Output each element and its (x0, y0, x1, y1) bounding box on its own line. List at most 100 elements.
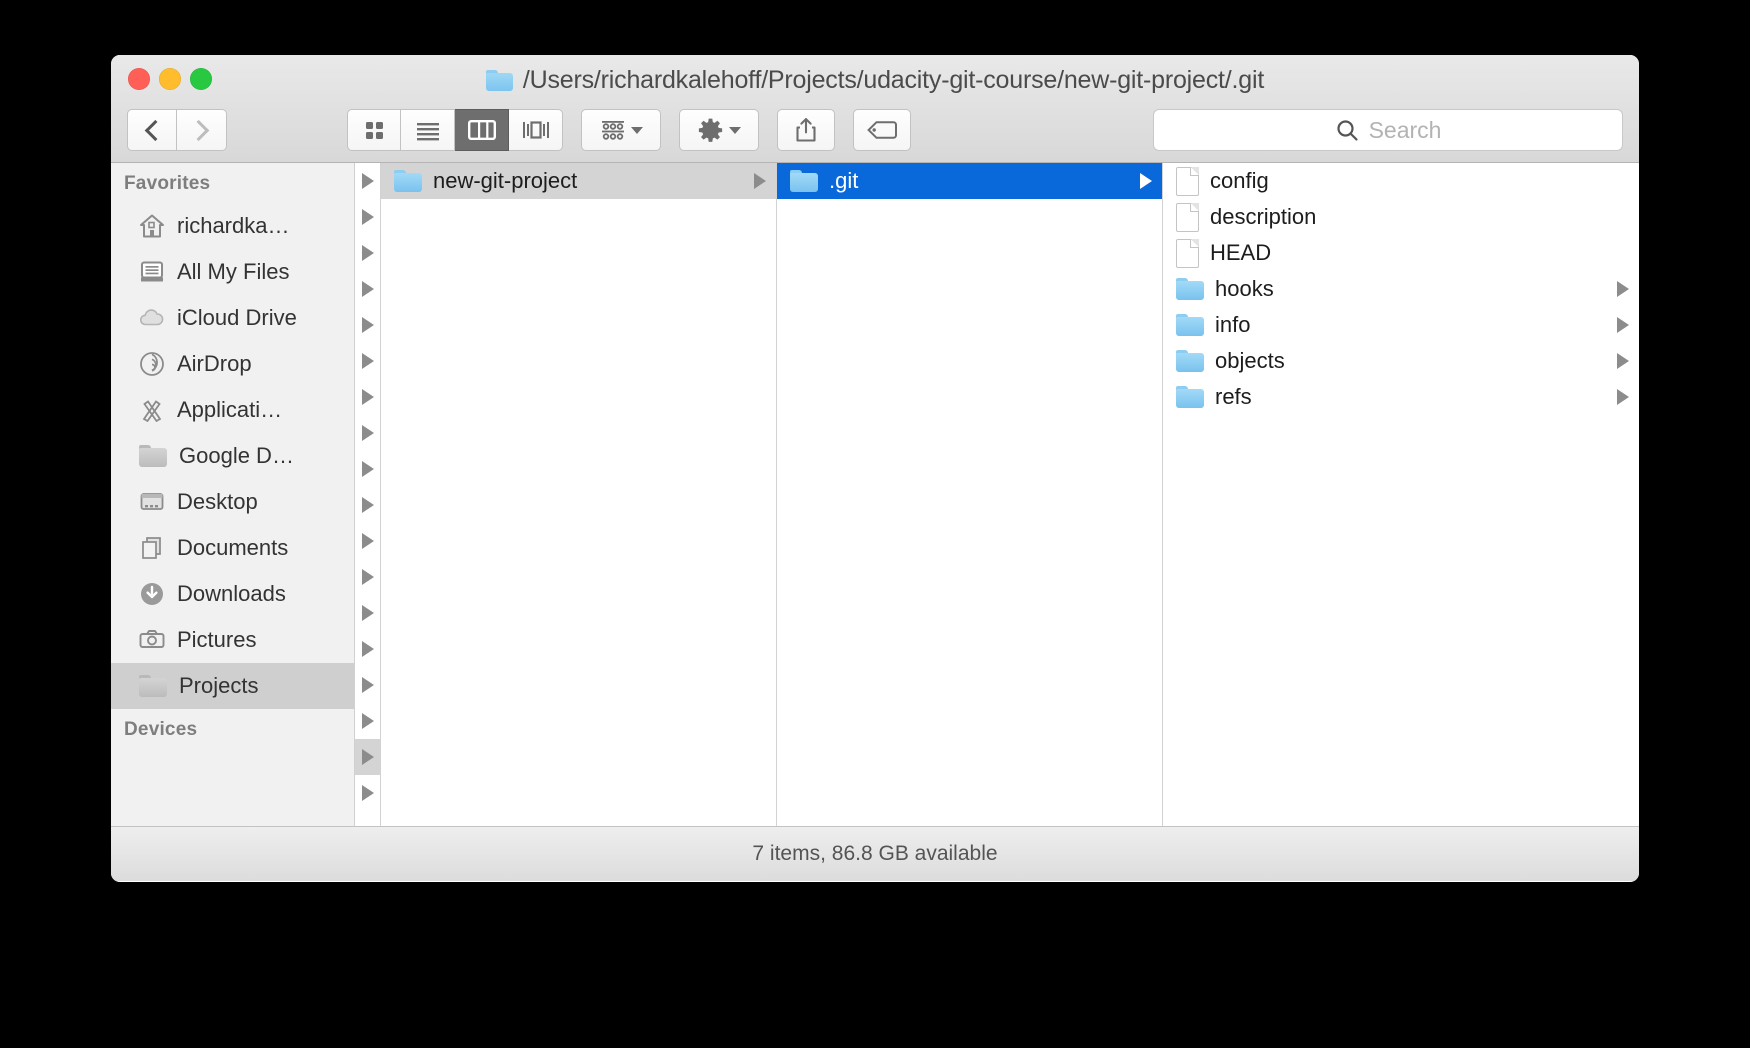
sidebar-item-label: AirDrop (177, 351, 252, 377)
status-text: 7 items, 86.8 GB available (752, 842, 997, 866)
folder-icon (394, 170, 422, 192)
disclosure-triangle-icon (362, 209, 374, 225)
list-item[interactable] (355, 235, 380, 271)
search-container: Search (1153, 109, 1623, 151)
list-item[interactable]: info (1163, 307, 1639, 343)
list-item[interactable] (355, 307, 380, 343)
sidebar-item-label: Applicati… (177, 397, 282, 423)
sidebar-item-airdrop[interactable]: AirDrop (111, 341, 354, 387)
sidebar-item-downloads[interactable]: Downloads (111, 571, 354, 617)
finder-window: /Users/richardkalehoff/Projects/udacity-… (111, 55, 1639, 882)
tag-icon (867, 119, 897, 141)
pictures-icon (139, 627, 165, 653)
list-item[interactable] (355, 487, 380, 523)
list-icon (415, 118, 441, 142)
list-item[interactable] (355, 595, 380, 631)
sidebar-item-documents[interactable]: Documents (111, 525, 354, 571)
sidebar-item-label: Pictures (177, 627, 256, 653)
folder-icon (1176, 314, 1204, 336)
list-view-button[interactable] (401, 109, 455, 151)
column-projects[interactable]: new-git-project (381, 163, 777, 826)
window-content: Favorites richardka… (111, 163, 1639, 826)
sidebar-item-projects[interactable]: Projects (111, 663, 354, 709)
share-button[interactable] (777, 109, 835, 151)
sidebar-item-home[interactable]: richardka… (111, 203, 354, 249)
search-icon (1335, 118, 1359, 142)
desktop-icon (139, 489, 165, 515)
back-button[interactable] (127, 109, 177, 151)
column-new-git-project[interactable]: .git (777, 163, 1163, 826)
list-item[interactable] (355, 451, 380, 487)
list-item[interactable] (355, 379, 380, 415)
disclosure-triangle-icon (1617, 281, 1629, 297)
list-item[interactable] (355, 163, 380, 199)
all-my-files-icon (139, 259, 165, 285)
navigation-buttons (127, 109, 227, 151)
list-item[interactable] (355, 199, 380, 235)
action-menu-button[interactable] (679, 109, 759, 151)
sidebar-item-label: All My Files (177, 259, 289, 285)
list-item[interactable] (355, 559, 380, 595)
share-icon (794, 117, 818, 143)
icon-view-button[interactable] (347, 109, 401, 151)
column-parent-scrolled[interactable] (355, 163, 381, 826)
list-item[interactable] (355, 343, 380, 379)
file-icon (1176, 167, 1199, 196)
disclosure-triangle-icon (362, 785, 374, 801)
list-item[interactable]: description (1163, 199, 1639, 235)
sidebar-item-label: Projects (179, 673, 258, 699)
disclosure-triangle-icon (362, 173, 374, 189)
gear-icon (697, 117, 724, 144)
applications-icon (139, 397, 165, 423)
chevron-down-icon (729, 127, 741, 134)
coverflow-view-button[interactable] (509, 109, 563, 151)
list-item[interactable]: HEAD (1163, 235, 1639, 271)
list-item[interactable] (355, 739, 380, 775)
chevron-right-icon (188, 119, 209, 140)
column-git-contents[interactable]: config description HEAD hooks (1163, 163, 1639, 826)
list-item-label: refs (1215, 384, 1606, 410)
sidebar-item-label: Google D… (179, 443, 294, 469)
disclosure-triangle-icon (362, 317, 374, 333)
list-item[interactable] (355, 271, 380, 307)
sidebar-section-header-favorites: Favorites (111, 163, 354, 203)
list-item[interactable]: .git (777, 163, 1162, 199)
disclosure-triangle-icon (362, 641, 374, 657)
search-input[interactable]: Search (1153, 109, 1623, 151)
list-item[interactable] (355, 415, 380, 451)
disclosure-triangle-icon (362, 461, 374, 477)
disclosure-triangle-icon (1617, 389, 1629, 405)
column-view-button[interactable] (455, 109, 509, 151)
list-item[interactable]: hooks (1163, 271, 1639, 307)
chevron-down-icon (631, 127, 643, 134)
forward-button[interactable] (177, 109, 227, 151)
window-title: /Users/richardkalehoff/Projects/udacity-… (523, 66, 1264, 95)
sidebar-item-icloud-drive[interactable]: iCloud Drive (111, 295, 354, 341)
disclosure-triangle-icon (362, 749, 374, 765)
sidebar-item-all-my-files[interactable]: All My Files (111, 249, 354, 295)
folder-icon (486, 70, 513, 91)
list-item-label: .git (829, 168, 1129, 194)
list-item[interactable] (355, 703, 380, 739)
list-item[interactable]: config (1163, 163, 1639, 199)
list-item[interactable] (355, 775, 380, 811)
sidebar-item-applications[interactable]: Applicati… (111, 387, 354, 433)
disclosure-triangle-icon (362, 281, 374, 297)
list-item[interactable]: refs (1163, 379, 1639, 415)
tags-button[interactable] (853, 109, 911, 151)
list-item[interactable]: new-git-project (381, 163, 776, 199)
sidebar-item-pictures[interactable]: Pictures (111, 617, 354, 663)
disclosure-triangle-icon (1140, 173, 1152, 189)
list-item[interactable]: objects (1163, 343, 1639, 379)
arrange-by-button[interactable] (581, 109, 661, 151)
list-item[interactable] (355, 523, 380, 559)
sidebar-item-desktop[interactable]: Desktop (111, 479, 354, 525)
list-item-label: info (1215, 312, 1606, 338)
sidebar-item-google-drive[interactable]: Google D… (111, 433, 354, 479)
sidebar-item-label: Desktop (177, 489, 258, 515)
list-item[interactable] (355, 631, 380, 667)
list-item[interactable] (355, 667, 380, 703)
airdrop-icon (139, 351, 165, 377)
disclosure-triangle-icon (362, 713, 374, 729)
disclosure-triangle-icon (362, 389, 374, 405)
